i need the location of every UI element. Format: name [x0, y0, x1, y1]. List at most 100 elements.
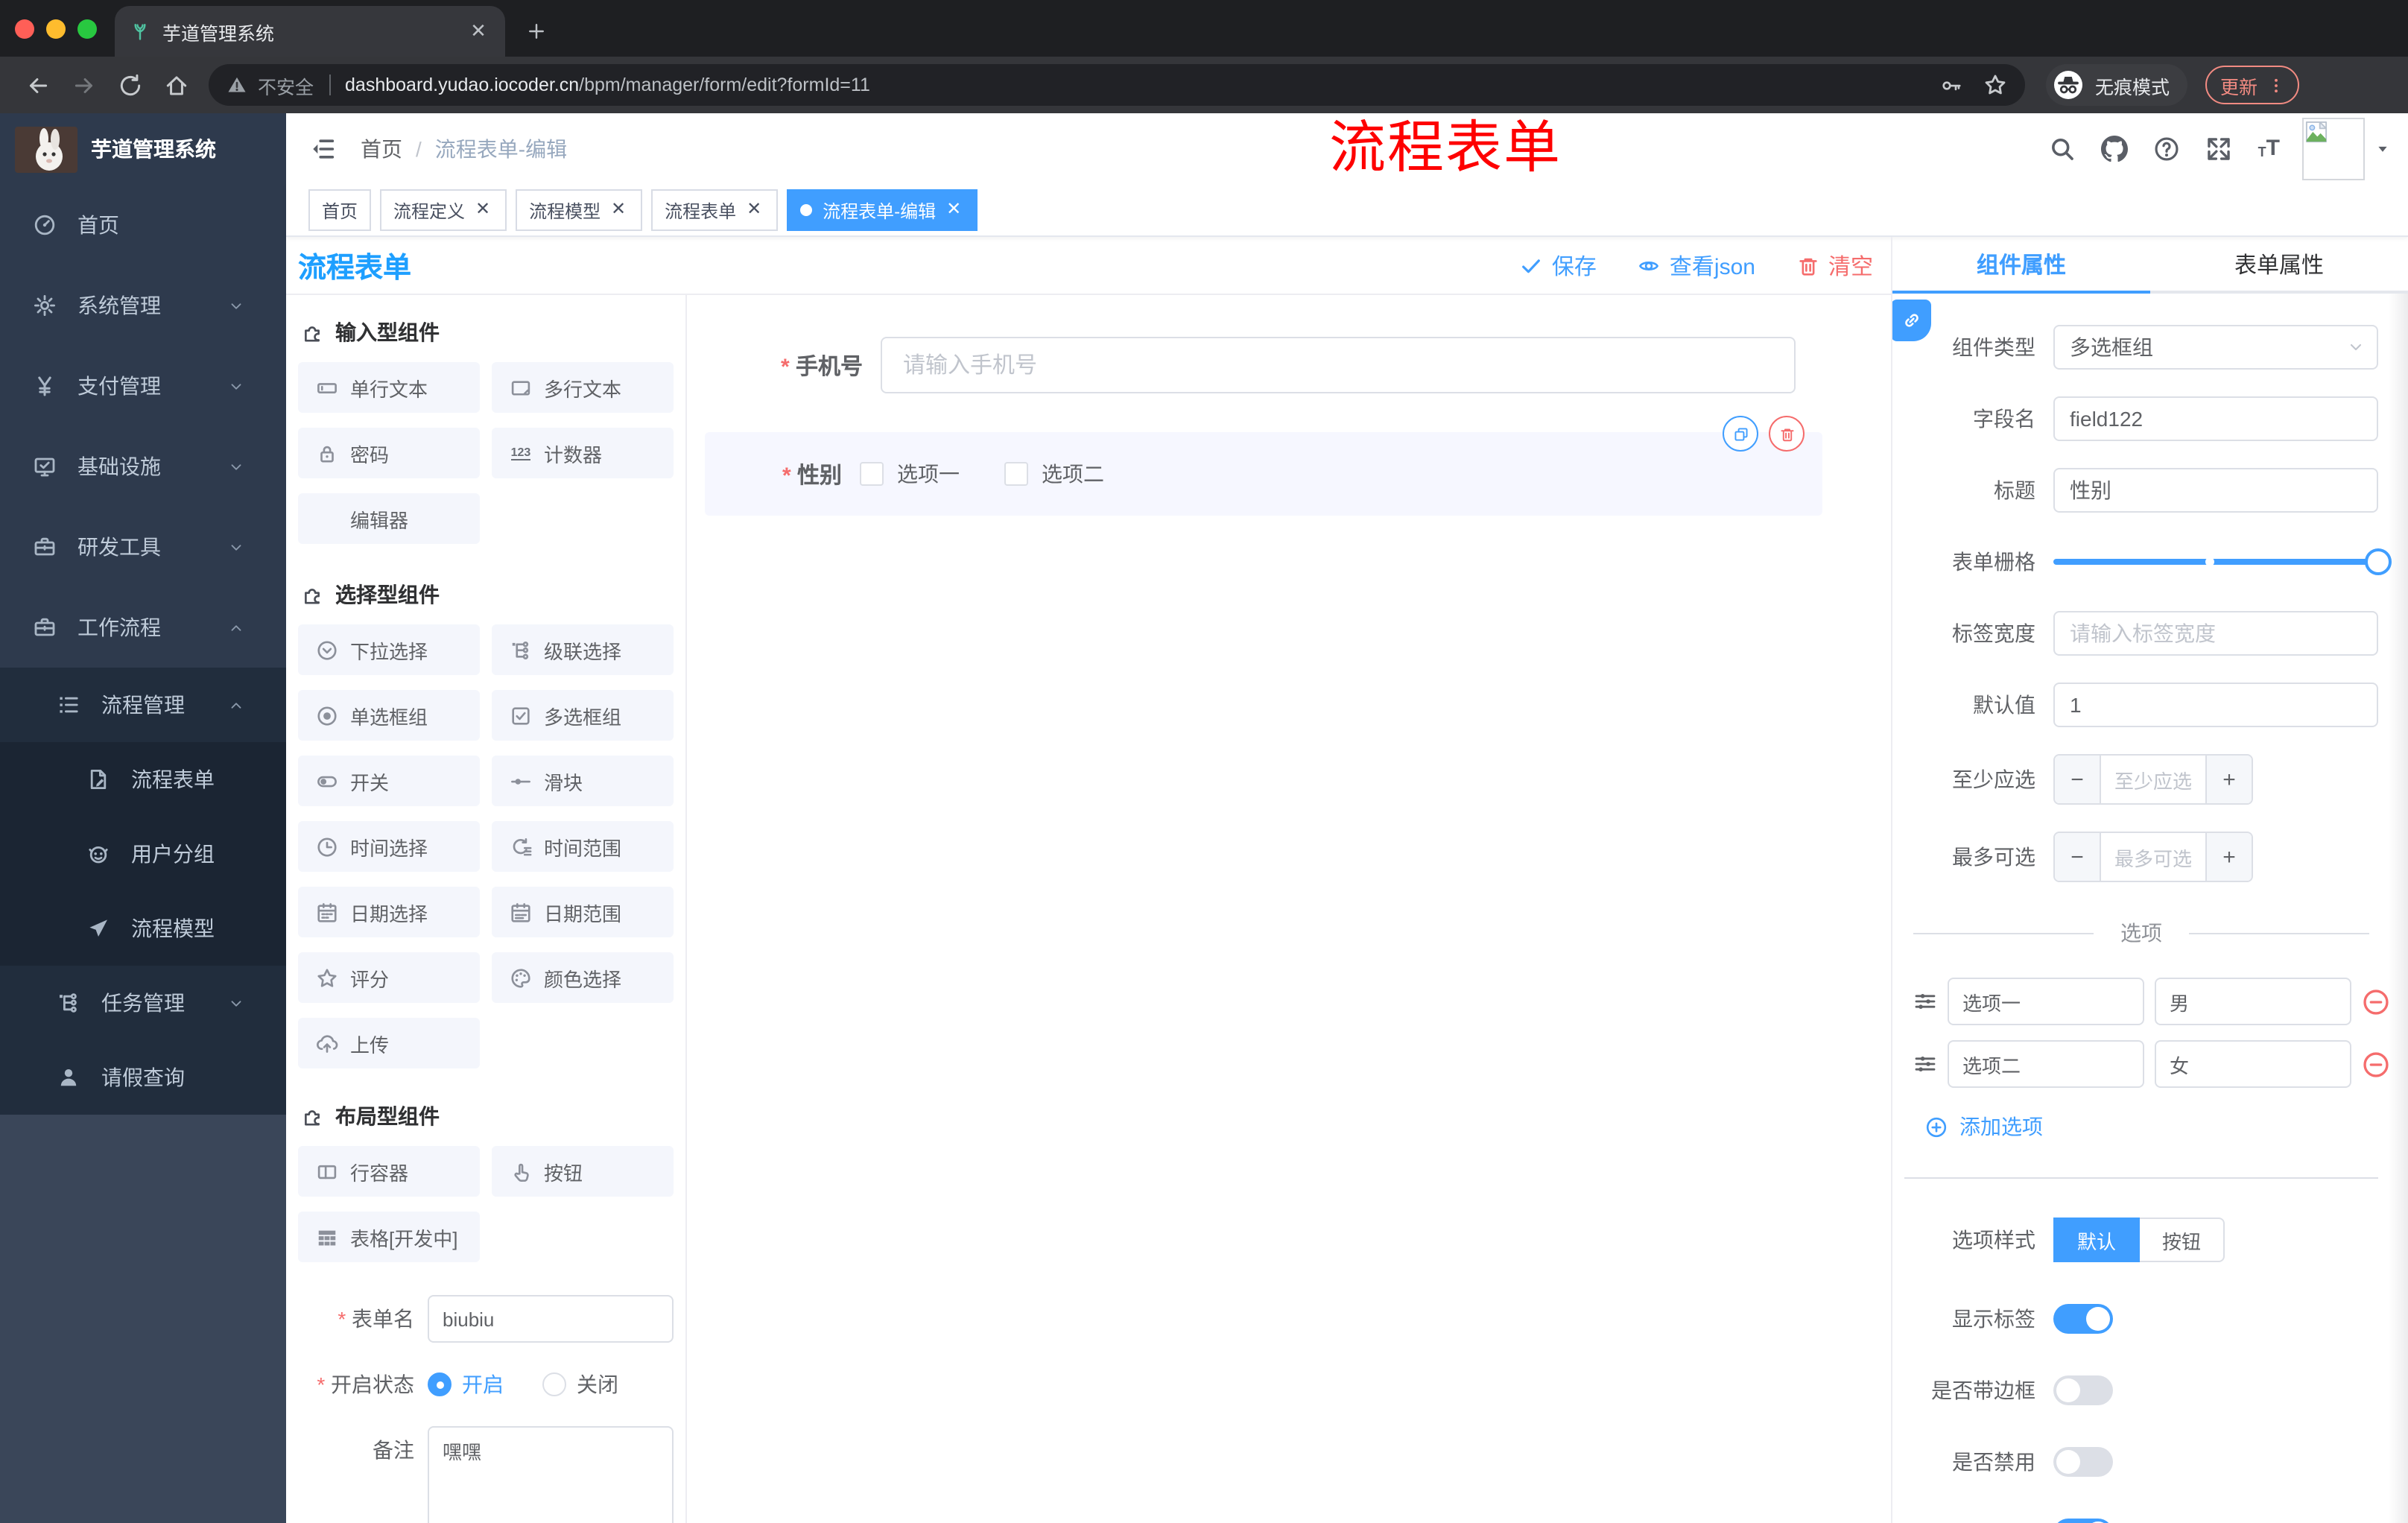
minimize-window-button[interactable]: [46, 19, 66, 39]
stepper-plus-button[interactable]: +: [2205, 833, 2252, 881]
sidebar-item-infra[interactable]: 基础设施: [0, 426, 286, 507]
tab-close-icon[interactable]: ✕: [466, 19, 490, 43]
tag-process-form[interactable]: 流程表单 ✕: [651, 189, 779, 231]
comp-editor[interactable]: 编辑器: [298, 493, 480, 544]
sidebar-item-system[interactable]: 系统管理: [0, 265, 286, 346]
comp-counter[interactable]: 123 计数器: [492, 428, 674, 478]
browser-update-button[interactable]: 更新: [2205, 66, 2300, 104]
font-size-icon[interactable]: TT: [2258, 137, 2280, 159]
comp-button[interactable]: 按钮: [492, 1146, 674, 1197]
tag-process-def[interactable]: 流程定义 ✕: [380, 189, 507, 231]
title-input[interactable]: [2053, 468, 2378, 513]
bookmark-star-icon[interactable]: [1983, 73, 2007, 97]
gender-field-block[interactable]: 性别 选项一 选项二: [705, 416, 1822, 516]
comp-upload[interactable]: 上传: [298, 1018, 480, 1068]
add-option-button[interactable]: 添加选项: [1925, 1112, 2378, 1142]
save-button[interactable]: 保存: [1521, 250, 1597, 281]
browser-tab[interactable]: 芋道管理系统 ✕: [115, 6, 505, 57]
forward-icon[interactable]: [72, 72, 97, 98]
search-icon[interactable]: [2050, 136, 2076, 162]
tag-close-icon[interactable]: ✕: [472, 199, 493, 221]
comp-rate[interactable]: 评分: [298, 952, 480, 1003]
checkbox[interactable]: [1004, 462, 1028, 486]
remark-textarea[interactable]: [428, 1426, 674, 1523]
tag-close-icon[interactable]: ✕: [943, 199, 964, 221]
form-canvas[interactable]: 手机号 性别: [687, 295, 1891, 1523]
sidebar-item-process-model[interactable]: 流程模型: [0, 891, 286, 966]
tag-close-icon[interactable]: ✕: [744, 199, 764, 221]
maximize-window-button[interactable]: [77, 19, 97, 39]
sidebar-fold-icon[interactable]: [310, 136, 337, 162]
reload-icon[interactable]: [118, 72, 143, 98]
close-window-button[interactable]: [15, 19, 34, 39]
breadcrumb-home[interactable]: 首页: [361, 134, 402, 164]
sidebar-item-workflow[interactable]: 工作流程: [0, 587, 286, 668]
sidebar-item-process-form[interactable]: 流程表单: [0, 742, 286, 817]
field-name-input[interactable]: [2053, 396, 2378, 441]
avatar[interactable]: [2302, 118, 2365, 180]
comp-table[interactable]: 表格[开发中]: [298, 1212, 480, 1262]
back-icon[interactable]: [25, 72, 51, 98]
checkbox[interactable]: [860, 462, 884, 486]
option-value-input[interactable]: [2155, 1040, 2351, 1088]
comp-switch[interactable]: 开关: [298, 756, 480, 806]
sidebar-item-devtools[interactable]: 研发工具: [0, 507, 286, 587]
remove-option-icon[interactable]: [2362, 1050, 2390, 1078]
address-bar[interactable]: 不安全 dashboard.yudao.iocoder.cn/bpm/manag…: [209, 64, 2025, 106]
comp-single-text[interactable]: 单行文本: [298, 362, 480, 413]
comp-date-picker[interactable]: 日期选择: [298, 887, 480, 937]
form-grid-slider[interactable]: [2053, 539, 2392, 584]
stepper-minus-button[interactable]: −: [2055, 833, 2101, 881]
comp-cascader[interactable]: 级联选择: [492, 624, 674, 675]
comp-checkbox-group[interactable]: 多选框组: [492, 690, 674, 741]
tab-form-props[interactable]: 表单属性: [2150, 237, 2408, 294]
comp-time-picker[interactable]: 时间选择: [298, 821, 480, 872]
tag-close-icon[interactable]: ✕: [608, 199, 629, 221]
fullscreen-icon[interactable]: [2206, 136, 2233, 162]
browser-menu-icon[interactable]: [2268, 77, 2284, 93]
comp-select[interactable]: 下拉选择: [298, 624, 480, 675]
view-json-button[interactable]: 查看json: [1638, 250, 1755, 281]
comp-date-range[interactable]: 日期范围: [492, 887, 674, 937]
remove-option-icon[interactable]: [2362, 987, 2390, 1016]
form-name-input[interactable]: [428, 1295, 674, 1343]
style-default[interactable]: 默认: [2053, 1218, 2141, 1262]
link-tab[interactable]: [1892, 300, 1931, 341]
toggle-switch[interactable]: [2053, 1519, 2113, 1523]
default-value-input[interactable]: [2053, 683, 2378, 727]
gender-option-1[interactable]: 选项一: [860, 459, 960, 489]
stepper-minus-button[interactable]: −: [2055, 756, 2101, 803]
component-type-select[interactable]: [2053, 325, 2378, 370]
toggle-switch[interactable]: [2053, 1304, 2113, 1334]
option-label-input[interactable]: [1948, 978, 2144, 1025]
sidebar-item-leave-query[interactable]: 请假查询: [0, 1040, 286, 1115]
tag-process-model[interactable]: 流程模型 ✕: [516, 189, 643, 231]
comp-slider[interactable]: 滑块: [492, 756, 674, 806]
drag-handle-icon[interactable]: [1913, 990, 1937, 1013]
tag-process-form-edit[interactable]: 流程表单-编辑 ✕: [787, 189, 978, 231]
new-tab-button[interactable]: [517, 12, 556, 51]
comp-password[interactable]: 密码: [298, 428, 480, 478]
comp-time-range[interactable]: 时间范围: [492, 821, 674, 872]
phone-field-row[interactable]: 手机号: [708, 337, 1796, 393]
option-label-input[interactable]: [1948, 1040, 2144, 1088]
sidebar-item-user-group[interactable]: 用户分组: [0, 817, 286, 891]
sidebar-item-home[interactable]: 首页: [0, 185, 286, 265]
sidebar-item-process-mgmt[interactable]: 流程管理: [0, 668, 286, 742]
slider-handle[interactable]: [2365, 548, 2392, 575]
phone-input[interactable]: [881, 337, 1796, 393]
sidebar-item-payment[interactable]: 支付管理: [0, 346, 286, 426]
help-icon[interactable]: [2154, 136, 2181, 162]
toggle-switch[interactable]: [2053, 1447, 2113, 1477]
home-icon[interactable]: [164, 72, 189, 98]
comp-color-picker[interactable]: 颜色选择: [492, 952, 674, 1003]
sidebar-item-task-mgmt[interactable]: 任务管理: [0, 966, 286, 1040]
comp-radio-group[interactable]: 单选框组: [298, 690, 480, 741]
tab-component-props[interactable]: 组件属性: [1892, 237, 2150, 294]
stepper-plus-button[interactable]: +: [2205, 756, 2252, 803]
toggle-switch[interactable]: [2053, 1375, 2113, 1405]
sidebar-logo[interactable]: 芋道管理系统: [0, 113, 286, 185]
comp-multi-text[interactable]: 多行文本: [492, 362, 674, 413]
gender-option-2[interactable]: 选项二: [1004, 459, 1104, 489]
user-menu-caret-icon[interactable]: [2375, 142, 2390, 156]
